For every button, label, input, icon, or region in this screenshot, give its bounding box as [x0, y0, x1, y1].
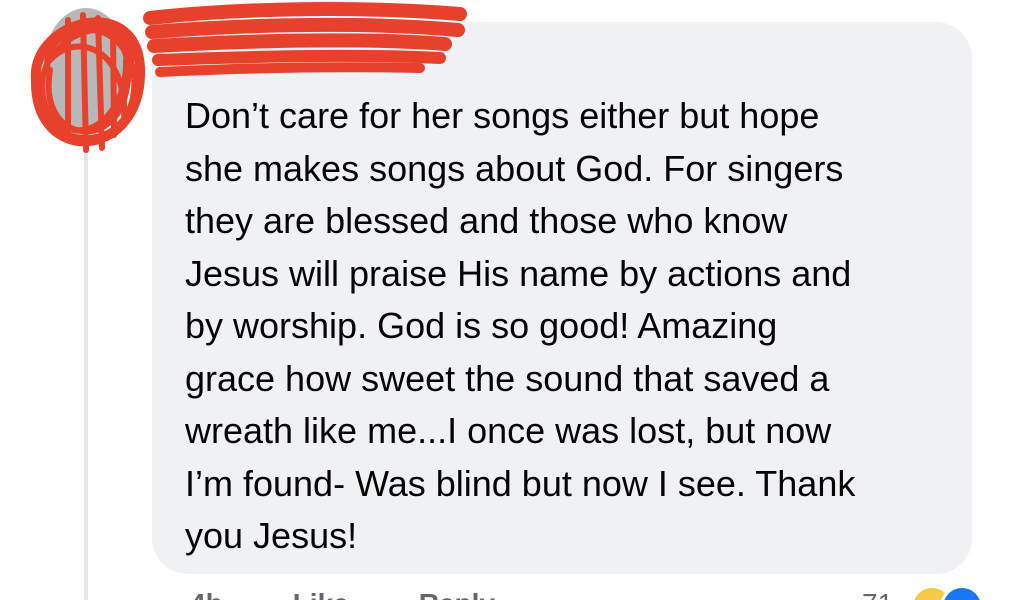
comment-timestamp[interactable]: 4h — [190, 588, 223, 600]
comment-actions: 4h Like Reply — [190, 588, 495, 600]
reaction-count[interactable]: 71 — [862, 588, 893, 600]
redacted-avatar[interactable] — [28, 0, 148, 158]
reply-button[interactable]: Reply — [419, 588, 495, 600]
like-button[interactable]: Like — [293, 588, 349, 600]
reaction-icons[interactable] — [910, 585, 1010, 600]
thread-connector-line — [84, 150, 88, 600]
comment-text: Don’t care for her songs either but hope… — [185, 95, 856, 556]
like-icon — [940, 585, 984, 600]
comment-thread: Don’t care for her songs either but hope… — [0, 0, 1024, 600]
redacted-commenter-name[interactable] — [140, 0, 470, 90]
